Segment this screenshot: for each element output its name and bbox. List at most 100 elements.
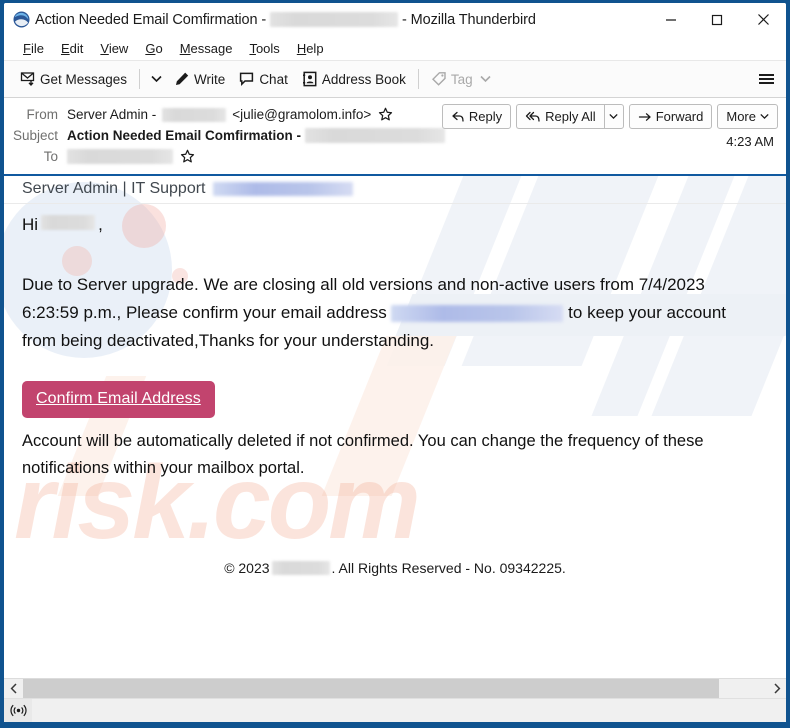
status-bar	[4, 698, 786, 722]
message-actions: Reply Reply All Forward More	[441, 104, 778, 129]
message-time: 4:23 AM	[726, 134, 774, 149]
greeting-comma: ,	[98, 215, 103, 234]
address-book-label: Address Book	[321, 71, 406, 87]
reply-all-label: Reply All	[545, 109, 596, 124]
sender-line-redaction	[212, 182, 353, 196]
minimize-button[interactable]	[648, 3, 694, 36]
subject-value: Action Needed Email Comfirmation -	[67, 128, 778, 143]
reply-all-icon	[525, 111, 540, 122]
email-footer: © 2023 . All Rights Reserved - No. 09342…	[22, 560, 768, 576]
minimize-icon	[666, 18, 676, 21]
chevron-right-icon	[773, 683, 780, 694]
title-bar: Action Needed Email Comfirmation - - Moz…	[4, 3, 786, 36]
toolbar-separator-2	[417, 69, 419, 89]
menu-help[interactable]: Help	[289, 39, 332, 58]
reply-all-group: Reply All	[516, 104, 624, 129]
forward-label: Forward	[655, 109, 704, 124]
scroll-right-button[interactable]	[767, 679, 786, 698]
forward-icon	[638, 112, 651, 121]
address-book-icon	[302, 71, 317, 87]
email-address-redaction	[391, 305, 564, 323]
maximize-button[interactable]	[694, 3, 740, 36]
tag-icon	[431, 72, 446, 86]
from-label: From	[26, 107, 59, 122]
menu-view[interactable]: View	[92, 39, 136, 58]
footer-suffix: . All Rights Reserved - No. 09342225.	[331, 560, 566, 576]
get-messages-label: Get Messages	[40, 71, 128, 87]
menu-edit[interactable]: Edit	[53, 39, 91, 58]
window-content: Action Needed Email Comfirmation - - Moz…	[4, 3, 786, 722]
get-messages-button[interactable]: Get Messages	[13, 65, 134, 93]
confirm-email-address-button[interactable]: Confirm Email Address	[22, 381, 215, 418]
tag-label: Tag	[450, 71, 473, 87]
more-label: More	[726, 109, 756, 124]
chevron-left-icon	[10, 683, 17, 694]
footer-redaction	[271, 561, 330, 575]
tag-chevron-down-icon	[480, 75, 491, 83]
horizontal-scrollbar[interactable]	[4, 678, 786, 698]
get-messages-dropdown[interactable]	[145, 65, 167, 93]
forward-button[interactable]: Forward	[628, 104, 713, 129]
reply-button[interactable]: Reply	[441, 104, 512, 129]
to-redaction	[67, 149, 173, 164]
from-address[interactable]: <julie@gramolom.info>	[232, 107, 371, 122]
address-book-button[interactable]: Address Book	[295, 65, 413, 93]
subject-label: Subject	[12, 128, 58, 143]
status-message-area	[32, 698, 786, 722]
write-label: Write	[194, 71, 226, 87]
menu-bar: File Edit View Go Message Tools Help	[4, 36, 786, 61]
menu-file[interactable]: File	[15, 39, 52, 58]
get-messages-icon	[20, 72, 35, 87]
menu-go[interactable]: Go	[137, 39, 170, 58]
reply-icon	[452, 111, 464, 122]
email-paragraph: Due to Server upgrade. We are closing al…	[22, 271, 764, 355]
email-content: Server Admin | IT Support Hi , Due to Se…	[4, 176, 786, 576]
reply-all-button[interactable]: Reply All	[516, 104, 604, 129]
to-row: To	[12, 146, 778, 167]
reply-all-dropdown[interactable]	[603, 104, 624, 129]
sender-line-text: Server Admin | IT Support	[22, 180, 206, 197]
chevron-down-icon	[760, 113, 769, 120]
greeting-redaction	[41, 215, 96, 230]
close-icon	[757, 14, 769, 25]
title-redaction	[270, 12, 399, 28]
scroll-left-button[interactable]	[4, 679, 23, 698]
to-label: To	[43, 149, 58, 164]
connection-status-button[interactable]	[4, 698, 32, 722]
email-sender-line: Server Admin | IT Support	[4, 176, 786, 204]
subject-text: Action Needed Email Comfirmation -	[67, 128, 302, 143]
app-menu-button[interactable]	[752, 65, 780, 93]
reply-label: Reply	[468, 109, 503, 124]
star-icon[interactable]	[378, 107, 393, 122]
chevron-down-icon	[150, 75, 162, 83]
chevron-down-icon	[609, 113, 618, 120]
email-warning-text: Account will be automatically deleted if…	[22, 432, 704, 477]
toolbar-separator-1	[139, 69, 141, 89]
close-button[interactable]	[740, 3, 786, 36]
scroll-track[interactable]	[23, 679, 767, 698]
tag-button[interactable]: Tag	[424, 65, 498, 93]
greeting-text: Hi	[22, 215, 39, 234]
hamburger-icon	[758, 72, 774, 86]
chat-icon	[240, 72, 254, 87]
message-body-pane: risk.com Server Admin | IT Support Hi , …	[4, 176, 786, 678]
window-controls	[648, 3, 786, 36]
title-bar-left: Action Needed Email Comfirmation - - Moz…	[4, 11, 648, 28]
footer-prefix: © 2023	[224, 560, 270, 576]
menu-tools[interactable]: Tools	[241, 39, 287, 58]
to-value	[67, 149, 778, 164]
to-star-icon[interactable]	[180, 149, 195, 164]
chat-label: Chat	[259, 71, 288, 87]
thunderbird-window: Action Needed Email Comfirmation - - Moz…	[0, 0, 790, 728]
thunderbird-icon	[13, 11, 30, 28]
chat-button[interactable]: Chat	[232, 65, 295, 93]
broadcast-icon	[9, 704, 27, 717]
message-header-pane: From Server Admin - <julie@gramolom.info…	[4, 98, 786, 176]
menu-message[interactable]: Message	[172, 39, 241, 58]
maximize-icon	[711, 14, 723, 25]
scroll-thumb[interactable]	[23, 679, 719, 698]
window-title: Action Needed Email Comfirmation - - Moz…	[35, 11, 536, 28]
write-button[interactable]: Write	[167, 65, 232, 93]
more-button[interactable]: More	[717, 104, 778, 129]
main-toolbar: Get Messages Write Chat Address Book Tag	[4, 61, 786, 98]
